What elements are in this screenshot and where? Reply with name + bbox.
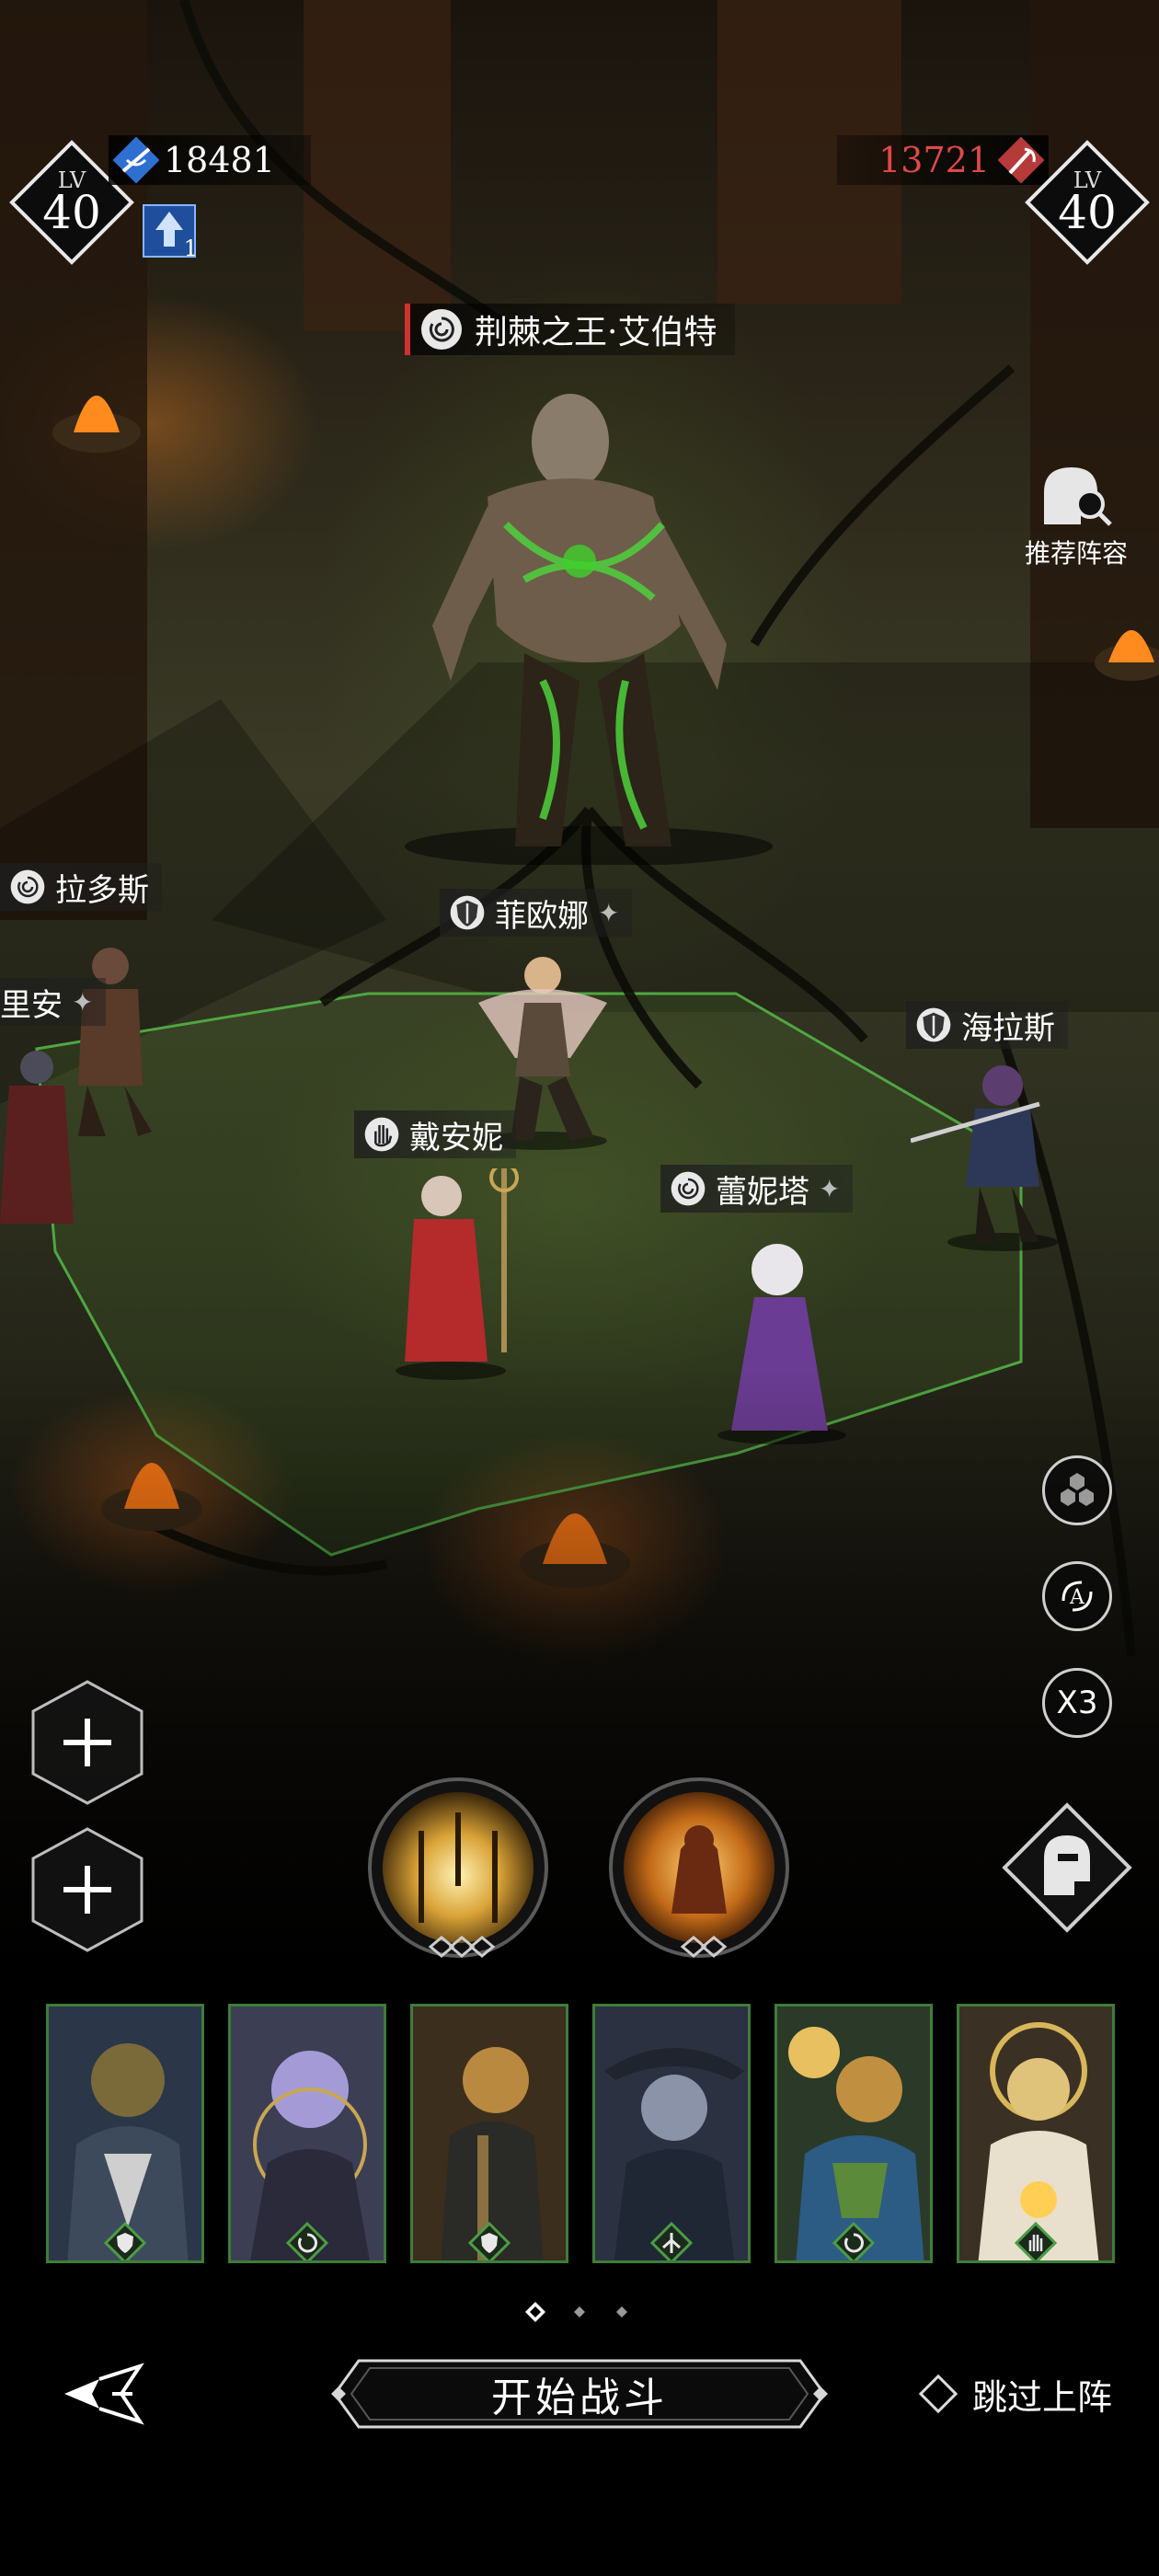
unit-name: 蕾妮塔 xyxy=(716,1173,809,1211)
battle-scene xyxy=(0,0,1159,1950)
back-arrow-icon[interactable] xyxy=(57,2357,149,2431)
speed-label: X3 xyxy=(1056,1685,1098,1721)
unit-name: 戴安妮 xyxy=(409,1119,503,1156)
formation-button[interactable] xyxy=(1042,1455,1112,1525)
boss-figure[interactable] xyxy=(405,386,773,865)
auto-icon: A xyxy=(1061,1581,1093,1612)
battlefield-floor xyxy=(0,0,1159,1657)
renita-figure[interactable] xyxy=(708,1233,855,1444)
start-battle-button[interactable]: 开始战斗 xyxy=(331,2355,828,2432)
hylas-figure[interactable] xyxy=(911,1049,1076,1251)
shield-icon xyxy=(468,2222,511,2260)
hand-icon xyxy=(1015,2222,1057,2260)
unit-name: 拉多斯 xyxy=(55,871,149,909)
hero-card[interactable] xyxy=(775,2004,933,2263)
unit-tag-hylas[interactable]: 海拉斯 xyxy=(906,1001,1068,1049)
unit-tag-rados[interactable]: 拉多斯 xyxy=(0,863,162,911)
speed-button[interactable]: X3 xyxy=(1042,1668,1112,1738)
start-battle-label: 开始战斗 xyxy=(491,2375,668,2421)
skip-deploy-label: 跳过上阵 xyxy=(972,2376,1113,2418)
player-level: 40 xyxy=(42,186,101,239)
star-icon: ✦ xyxy=(72,986,94,1018)
page-dot xyxy=(616,2306,627,2317)
sword-emblem-icon xyxy=(109,132,164,188)
skill-orb-1[interactable] xyxy=(366,1776,550,1960)
unit-tag-diane[interactable]: 戴安妮 xyxy=(354,1110,516,1158)
rados-figure[interactable] xyxy=(37,938,166,1141)
page-dot xyxy=(574,2306,585,2317)
arrows-icon xyxy=(650,2222,693,2260)
spiral-icon xyxy=(671,1171,706,1206)
skip-deploy-toggle[interactable]: 跳过上阵 xyxy=(918,2369,1113,2419)
recommend-lineup-label[interactable]: 推荐阵容 xyxy=(1012,534,1141,570)
enemy-power-bar: 13721 xyxy=(837,135,1049,185)
player-power-bar: 18481 xyxy=(109,135,311,185)
svg-text:A: A xyxy=(1069,1586,1085,1609)
unit-name: 海拉斯 xyxy=(961,1009,1055,1047)
shield-icon xyxy=(104,2222,146,2260)
hero-card[interactable] xyxy=(957,2004,1115,2263)
shield-icon xyxy=(450,895,485,930)
spiral-icon xyxy=(10,869,45,904)
hexagons-icon xyxy=(1061,1473,1094,1506)
brazier-fire xyxy=(52,396,141,453)
star-icon: ✦ xyxy=(598,897,620,928)
hero-card[interactable] xyxy=(592,2004,751,2263)
rian-figure[interactable] xyxy=(0,1040,92,1233)
page-indicator xyxy=(525,2302,627,2322)
enemy-level-badge: LV 40 xyxy=(1023,138,1152,267)
skill-orb-2[interactable] xyxy=(607,1776,791,1960)
add-slot-button-1[interactable] xyxy=(29,1678,145,1807)
spiral-icon xyxy=(421,309,462,350)
star-icon: ✦ xyxy=(819,1173,841,1204)
unit-tag-rian[interactable]: 里安 ✦ xyxy=(0,978,107,1026)
boss-name-tag[interactable]: 荆棘之王·艾伯特 xyxy=(405,304,736,355)
spiral-icon xyxy=(286,2222,328,2260)
hero-roster-button[interactable] xyxy=(993,1794,1141,1941)
checkbox-diamond[interactable] xyxy=(918,2374,958,2414)
hero-card[interactable] xyxy=(46,2004,204,2263)
enemy-level: 40 xyxy=(1058,186,1117,239)
unit-name: 里安 xyxy=(0,986,63,1024)
boost-count: 1 xyxy=(183,236,198,261)
helmet-magnifier-icon[interactable] xyxy=(1026,460,1118,534)
enemy-power: 13721 xyxy=(878,140,990,180)
hero-card[interactable] xyxy=(228,2004,386,2263)
unit-tag-fiona[interactable]: 菲欧娜 ✦ xyxy=(440,889,633,937)
hand-icon xyxy=(364,1117,399,1152)
shield-icon xyxy=(916,1007,951,1042)
player-power: 18481 xyxy=(164,140,275,180)
diane-figure[interactable] xyxy=(386,1168,534,1380)
page-dot-active xyxy=(525,2302,545,2322)
boss-name: 荆棘之王·艾伯特 xyxy=(475,314,717,351)
unit-tag-renita[interactable]: 蕾妮塔 ✦ xyxy=(660,1165,854,1213)
auto-battle-button[interactable]: A xyxy=(1042,1561,1112,1631)
hero-card[interactable] xyxy=(410,2004,568,2263)
boost-arrow-icon[interactable]: 1 xyxy=(143,204,198,261)
spiral-icon xyxy=(832,2222,875,2260)
unit-name: 菲欧娜 xyxy=(495,897,589,935)
add-slot-button-2[interactable] xyxy=(29,1825,145,1954)
